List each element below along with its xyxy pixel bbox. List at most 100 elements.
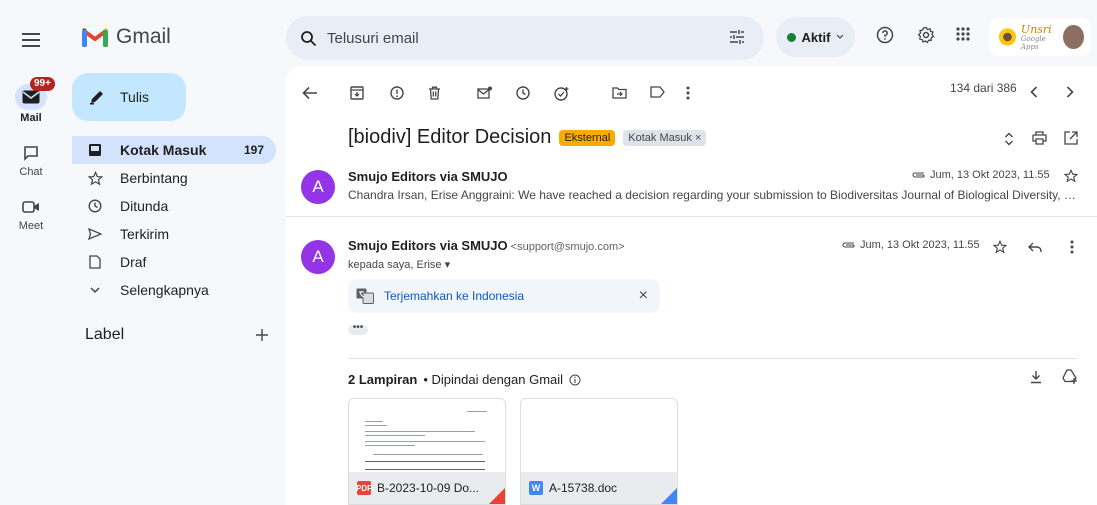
rail-chat-label: Chat — [19, 166, 43, 178]
add-label-icon[interactable] — [255, 328, 269, 342]
gmail-m-icon — [82, 28, 108, 47]
remove-label-button[interactable]: × — [695, 132, 701, 144]
attachment-preview — [349, 399, 505, 473]
folder-nav: Kotak Masuk 197 Berbintang Ditunda Terki… — [72, 136, 276, 304]
settings-gear-icon[interactable] — [917, 26, 935, 44]
add-to-drive-icon[interactable] — [1062, 369, 1078, 384]
nav-item-label: Ditunda — [120, 198, 169, 214]
gmail-logo[interactable]: Gmail — [82, 25, 171, 49]
back-arrow-icon[interactable] — [302, 86, 318, 100]
translate-link[interactable]: Terjemahkan ke Indonesia — [384, 289, 524, 303]
chevron-down-icon — [837, 34, 844, 39]
sender-line: Smujo Editors via SMUJO <support@smujo.co… — [348, 238, 625, 253]
nav-item-label: Selengkapnya — [120, 282, 209, 298]
help-icon[interactable] — [876, 26, 894, 44]
apps-grid-icon[interactable] — [955, 26, 971, 42]
search-bar[interactable]: Telusuri email — [286, 16, 764, 60]
user-avatar[interactable] — [1063, 25, 1085, 49]
attachment-icon — [912, 172, 925, 178]
attachments-divider — [348, 358, 1078, 359]
nav-item-snoozed[interactable]: Ditunda — [72, 192, 276, 220]
gmail-wordmark: Gmail — [116, 25, 171, 48]
delete-trash-icon[interactable] — [428, 86, 441, 100]
attachments-scanned-label: • Dipindai dengan Gmail — [423, 372, 564, 387]
open-in-new-window-icon[interactable] — [1064, 131, 1078, 145]
sender-name: Smujo Editors via SMUJO — [348, 238, 508, 253]
inbox-chip-label: Kotak Masuk — [628, 131, 692, 144]
clock-icon — [86, 199, 104, 213]
attachment-card[interactable]: PDF B-2023-10-09 Do... — [348, 398, 506, 505]
translate-close-button[interactable]: × — [639, 287, 648, 305]
video-camera-icon[interactable] — [15, 194, 47, 220]
message-date: Jum, 13 Okt 2023, 11.55 — [860, 239, 980, 251]
translate-banner: Terjemahkan ke Indonesia × — [348, 279, 660, 313]
star-icon[interactable] — [993, 240, 1007, 254]
attachment-card[interactable]: W A-15738.doc — [520, 398, 678, 505]
nav-item-drafts[interactable]: Draf — [72, 248, 276, 276]
expand-all-icon[interactable] — [1004, 132, 1014, 146]
organization-name: Unsri — [1020, 22, 1052, 36]
more-options-vertical-icon[interactable] — [1070, 240, 1074, 254]
status-dropdown[interactable]: Aktif — [776, 17, 855, 57]
compose-button[interactable]: Tulis — [72, 73, 186, 121]
label-tag-icon[interactable] — [650, 86, 665, 98]
download-all-icon[interactable] — [1030, 370, 1042, 384]
nav-item-sent[interactable]: Terkirim — [72, 220, 276, 248]
organization-tagline: Google Apps — [1020, 34, 1046, 51]
recipients-dropdown[interactable]: kepada saya, Erise ▾ — [348, 258, 450, 271]
more-options-vertical-icon[interactable] — [686, 86, 690, 100]
search-icon[interactable] — [300, 30, 317, 47]
reply-icon[interactable] — [1028, 242, 1042, 253]
rail-mail-button[interactable]: 99+ Mail — [0, 77, 62, 124]
external-label-chip: Eksternal — [559, 129, 616, 146]
archive-icon[interactable] — [350, 86, 364, 100]
snooze-clock-icon[interactable] — [516, 86, 530, 100]
sender-avatar[interactable]: A — [301, 170, 335, 204]
translate-icon — [356, 288, 374, 304]
star-icon[interactable] — [1064, 169, 1078, 183]
report-spam-icon[interactable] — [390, 86, 404, 100]
mail-icon[interactable]: 99+ — [15, 77, 55, 110]
status-dot-icon — [786, 32, 796, 42]
nav-item-inbox[interactable]: Kotak Masuk 197 — [72, 136, 276, 164]
attachment-preview — [521, 399, 677, 473]
hamburger-menu-icon[interactable] — [15, 27, 47, 53]
attachments-header: 2 Lampiran • Dipindai dengan Gmail — [348, 372, 581, 387]
account-switcher[interactable]: Unsri Google Apps — [990, 18, 1090, 56]
search-options-icon[interactable] — [728, 28, 746, 46]
inbox-icon — [86, 143, 104, 157]
attachment-name: A-15738.doc — [549, 481, 618, 495]
nav-item-more[interactable]: Selengkapnya — [72, 276, 276, 304]
newer-chevron-left-icon[interactable] — [1030, 86, 1038, 98]
mark-unread-icon[interactable] — [477, 86, 493, 100]
pencil-icon — [90, 91, 103, 105]
info-icon[interactable] — [569, 374, 581, 386]
nav-item-label: Draf — [120, 254, 147, 270]
move-to-folder-icon[interactable] — [612, 86, 627, 99]
rail-meet-label: Meet — [18, 220, 44, 232]
older-chevron-right-icon[interactable] — [1066, 86, 1074, 98]
thread-subject: [biodiv] Editor Decision — [348, 126, 552, 148]
inbox-label-chip[interactable]: Kotak Masuk × — [623, 129, 707, 146]
sender-name: Smujo Editors via SMUJO — [348, 169, 508, 184]
word-doc-icon: W — [529, 481, 543, 495]
sender-avatar[interactable]: A — [301, 240, 335, 274]
rail-chat-button[interactable]: Chat — [0, 140, 62, 178]
compose-label: Tulis — [120, 89, 150, 105]
add-to-tasks-icon[interactable] — [554, 86, 570, 102]
organization-logo-icon — [998, 28, 1017, 46]
nav-item-starred[interactable]: Berbintang — [72, 164, 276, 192]
mail-unread-badge: 99+ — [30, 77, 55, 91]
message-snippet[interactable]: Chandra Irsan, Erise Anggraini: We have … — [348, 188, 1080, 202]
organization-logo-text: Unsri Google Apps — [1021, 24, 1059, 51]
search-input[interactable]: Telusuri email — [327, 30, 419, 47]
file-type-corner — [661, 488, 677, 504]
main-menu-button[interactable] — [0, 27, 62, 53]
chat-icon[interactable] — [15, 140, 47, 166]
rail-meet-button[interactable]: Meet — [0, 194, 62, 232]
message-date-row: Jum, 13 Okt 2023, 11.55 — [912, 169, 1050, 181]
show-trimmed-content-button[interactable]: ••• — [348, 323, 368, 335]
status-label: Aktif — [801, 29, 831, 45]
message-date-row: Jum, 13 Okt 2023, 11.55 — [842, 239, 980, 251]
print-icon[interactable] — [1032, 131, 1047, 145]
